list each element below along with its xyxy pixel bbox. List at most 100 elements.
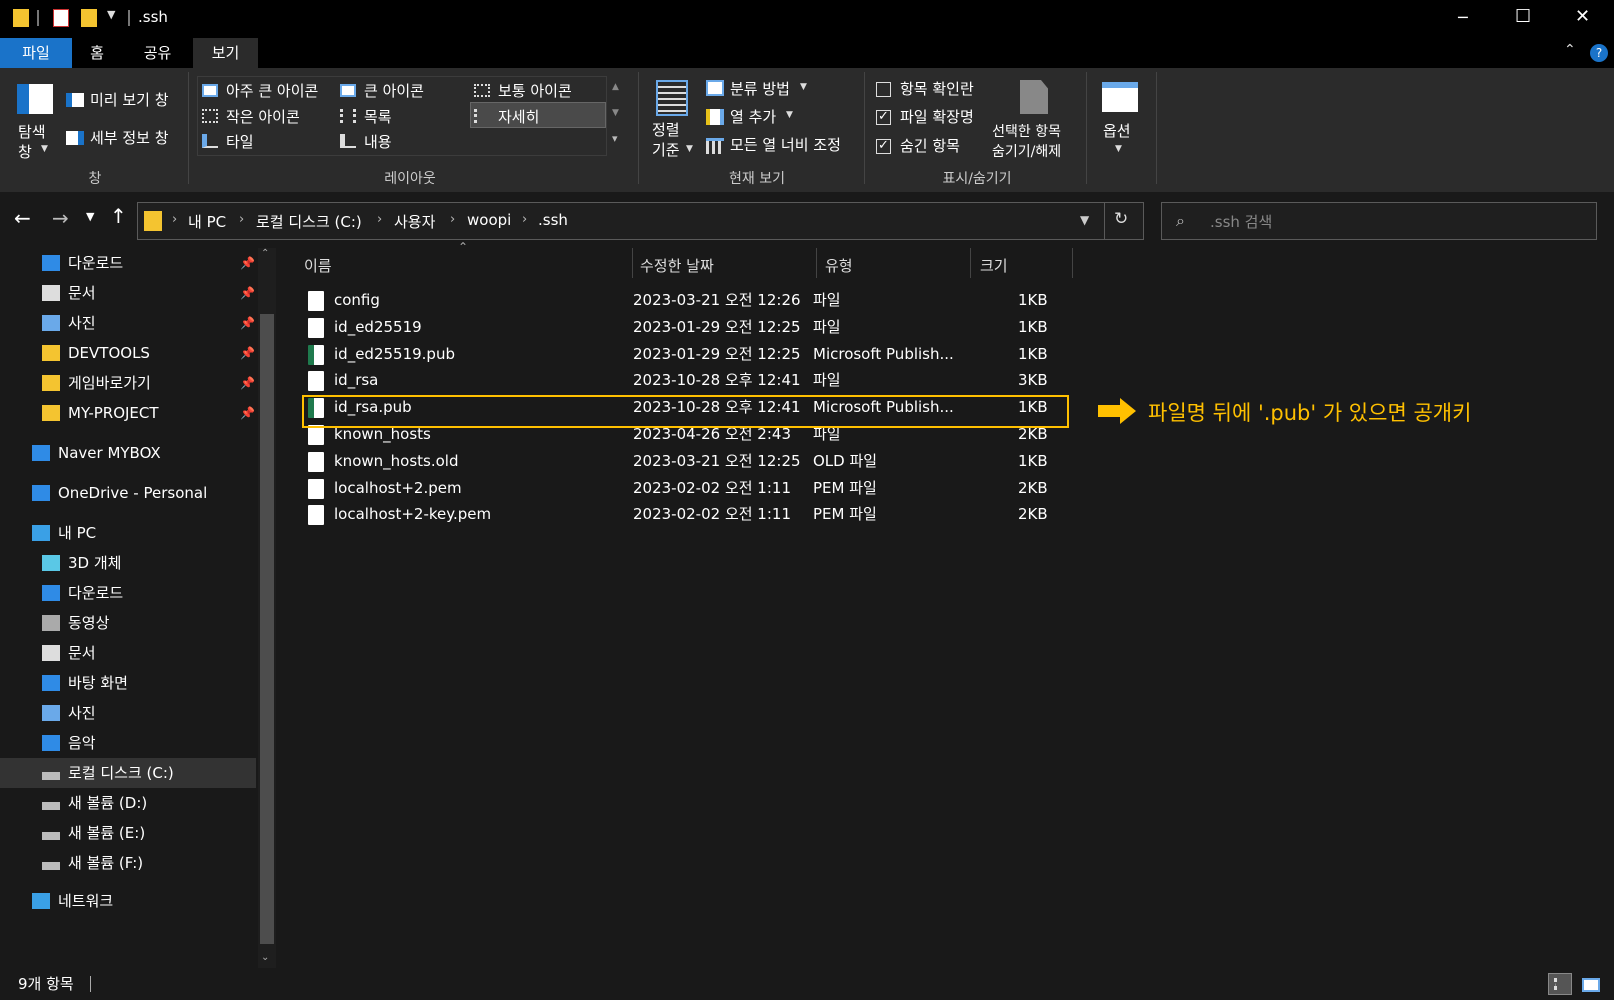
pin-icon[interactable]: 📌 [240,248,255,278]
search-box[interactable]: ⌕ .ssh 검색 [1161,202,1597,240]
address-box[interactable]: › 내 PC › 로컬 디스크 (C:) › 사용자 › woopi › .ss… [137,202,1144,240]
quick-access-dropdown[interactable]: ▼ [107,8,115,21]
breadcrumb-chevron-icon[interactable]: › [377,212,382,227]
column-header-date[interactable]: 수정한 날짜 [640,248,714,284]
new-folder-icon[interactable] [81,9,97,27]
sidebar-item[interactable]: 다운로드 📌 [0,248,256,278]
hidden-items-checkbox[interactable]: ✓ [876,139,891,154]
sidebar-item[interactable]: 네트워크 [0,886,256,916]
address-history-icon[interactable]: ▼ [1080,213,1089,227]
column-separator[interactable] [816,248,817,278]
sidebar-item[interactable]: 게임바로가기 📌 [0,368,256,398]
file-extensions-label[interactable]: 파일 확장명 [900,106,974,127]
scroll-up-icon[interactable]: ⌃ [261,248,269,259]
column-separator[interactable] [1072,248,1073,278]
sidebar-item[interactable]: 새 볼륨 (E:) [0,818,256,848]
file-row[interactable]: config 2023-03-21 오전 12:26 파일 1KB [300,287,1358,314]
breadcrumb-chevron-icon[interactable]: › [172,212,177,227]
refresh-icon[interactable]: ↻ [1114,209,1128,229]
sidebar-item[interactable]: MY-PROJECT 📌 [0,398,256,428]
column-header-size[interactable]: 크기 [980,248,1008,284]
help-icon[interactable]: ? [1590,44,1608,62]
scroll-thumb[interactable] [260,314,274,944]
breadcrumb-item[interactable]: 내 PC [188,211,226,232]
hidden-items-label[interactable]: 숨긴 항목 [900,135,960,156]
minimize-button[interactable]: ─ [1458,8,1468,27]
back-arrow-icon[interactable]: ← [14,206,31,230]
close-button[interactable]: ✕ [1575,6,1590,27]
sidebar-item[interactable]: 다운로드 [0,578,256,608]
breadcrumb-item[interactable]: 로컬 디스크 (C:) [256,211,362,232]
navigation-pane-icon[interactable] [17,84,53,114]
item-checkboxes-checkbox[interactable] [876,82,891,97]
pin-icon[interactable]: 📌 [240,368,255,398]
gallery-scroll-up-icon[interactable]: ▲ [612,82,619,92]
sidebar-item[interactable]: 문서 [0,638,256,668]
sidebar-item[interactable]: 새 볼륨 (F:) [0,848,256,878]
details-pane-button[interactable]: 세부 정보 창 [90,127,169,148]
hide-selected-button[interactable]: 선택한 항목 숨기기/해제 [992,122,1061,162]
file-row[interactable]: id_ed25519 2023-01-29 오전 12:25 파일 1KB [300,314,1358,341]
file-row[interactable]: id_ed25519.pub 2023-01-29 오전 12:25 Microso… [300,341,1358,368]
layout-small[interactable]: 작은 아이콘 [226,106,300,127]
sidebar-item[interactable]: 바탕 화면 [0,668,256,698]
recent-locations-icon[interactable]: ▼ [86,210,94,223]
sidebar-item[interactable]: 내 PC [0,518,256,548]
column-separator[interactable] [970,248,971,278]
sort-by-button[interactable]: 정렬 기준 [652,120,680,160]
pin-icon[interactable]: 📌 [240,398,255,428]
scroll-down-icon[interactable]: ⌄ [261,952,269,963]
add-columns-button[interactable]: 열 추가 [730,106,776,127]
tab-view[interactable]: 보기 [193,38,258,68]
file-row[interactable]: localhost+2-key.pem 2023-02-02 오전 1:11 PEM… [300,501,1358,528]
layout-extra-large[interactable]: 아주 큰 아이콘 [226,80,318,101]
breadcrumb-item[interactable]: .ssh [538,211,568,229]
gallery-expand-icon[interactable]: ▾ [612,132,618,145]
up-arrow-icon[interactable]: ↑ [110,204,127,228]
layout-medium[interactable]: 보통 아이콘 [498,80,572,101]
sidebar-item[interactable]: Naver MYBOX [0,438,256,468]
sidebar-item[interactable]: 사진 [0,698,256,728]
preview-pane-button[interactable]: 미리 보기 창 [90,89,169,110]
sidebar-item[interactable]: 동영상 [0,608,256,638]
sidebar-item[interactable]: OneDrive - Personal [0,478,256,508]
tab-share[interactable]: 공유 [130,38,185,68]
large-icons-view-icon[interactable] [1582,978,1600,992]
options-button[interactable]: 옵션 [1103,120,1131,141]
gallery-scroll-down-icon[interactable]: ▼ [612,108,619,118]
file-row[interactable]: known_hosts.old 2023-03-21 오전 12:25 OLD 파일… [300,448,1358,475]
sidebar-item[interactable]: 3D 개체 [0,548,256,578]
sidebar-item[interactable]: 문서 📌 [0,278,256,308]
size-columns-button[interactable]: 모든 열 너비 조정 [730,134,841,155]
column-separator[interactable] [632,248,633,278]
tab-home[interactable]: 홈 [72,38,122,68]
file-extensions-checkbox[interactable]: ✓ [876,110,891,125]
pin-icon[interactable]: 📌 [240,308,255,338]
sidebar-item[interactable]: 음악 [0,728,256,758]
layout-list[interactable]: 목록 [364,106,392,127]
maximize-button[interactable]: ☐ [1515,6,1531,27]
group-by-button[interactable]: 분류 방법 [730,78,790,99]
layout-content[interactable]: 내용 [364,131,392,152]
pin-icon[interactable]: 📌 [240,338,255,368]
file-row[interactable]: localhost+2.pem 2023-02-02 오전 1:11 PEM 파일 2… [300,475,1358,502]
navigation-pane-button[interactable]: 탐색 창 [18,122,46,162]
file-row[interactable]: id_rsa 2023-10-28 오후 12:41 파일 3KB [300,367,1358,394]
layout-details[interactable]: 자세히 [498,106,539,127]
forward-arrow-icon[interactable]: → [52,206,69,230]
layout-large[interactable]: 큰 아이콘 [364,80,424,101]
layout-tiles[interactable]: 타일 [226,131,254,152]
properties-icon[interactable] [53,9,69,27]
sidebar-item[interactable]: 로컬 디스크 (C:) [0,758,256,788]
sidebar-item[interactable]: 새 볼륨 (D:) [0,788,256,818]
pin-icon[interactable]: 📌 [240,278,255,308]
breadcrumb-chevron-icon[interactable]: › [450,212,455,227]
breadcrumb-chevron-icon[interactable]: › [522,212,527,227]
collapse-ribbon-icon[interactable]: ⌃ [1564,42,1576,58]
nav-scrollbar[interactable]: ⌃ ⌄ [258,248,276,968]
breadcrumb-chevron-icon[interactable]: › [239,212,244,227]
breadcrumb-item[interactable]: woopi [467,211,511,229]
sidebar-item[interactable]: 사진 📌 [0,308,256,338]
sidebar-item[interactable]: DEVTOOLS 📌 [0,338,256,368]
item-checkboxes-label[interactable]: 항목 확인란 [900,78,974,99]
